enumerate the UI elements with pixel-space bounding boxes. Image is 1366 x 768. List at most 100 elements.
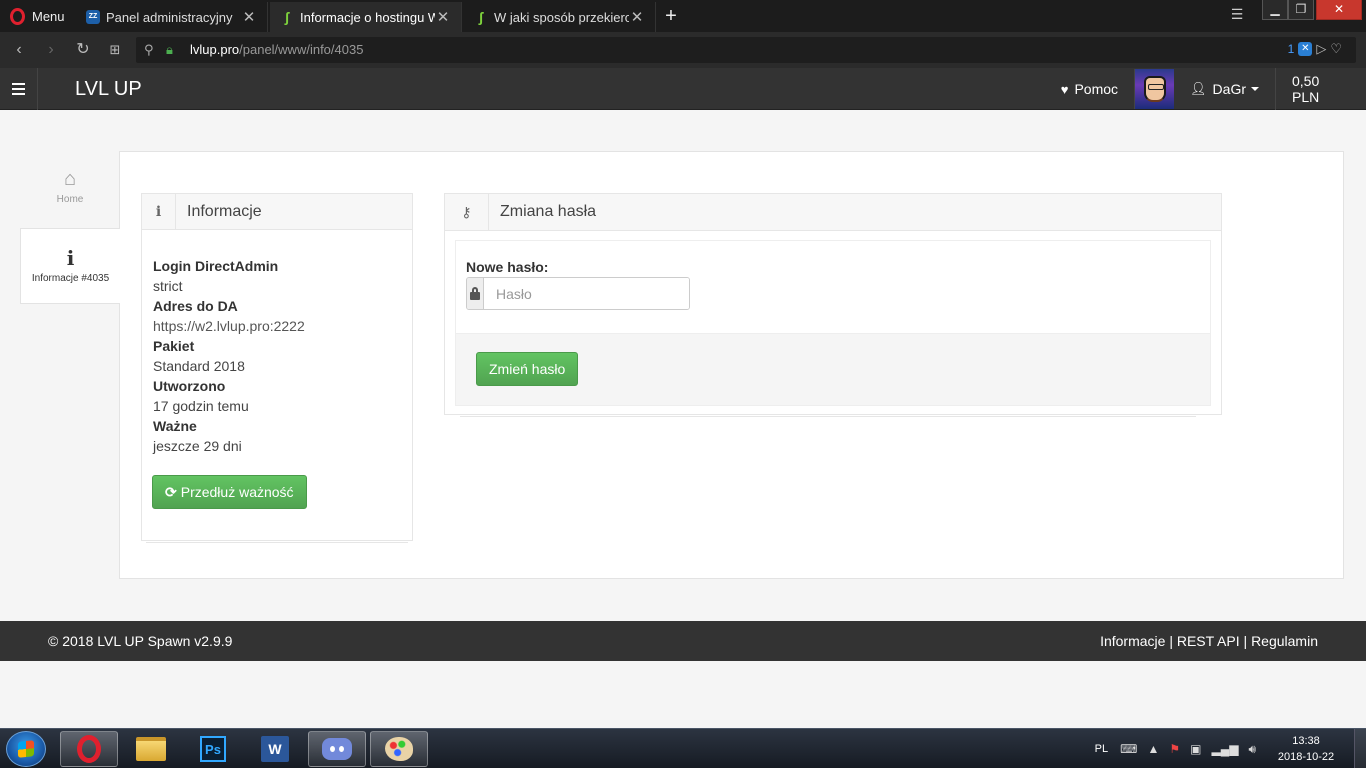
easy-setup-icon[interactable]: ☰ xyxy=(1226,6,1248,24)
field-label: Utworzono xyxy=(153,378,226,394)
clock-date: 2018-10-22 xyxy=(1277,751,1335,763)
site-info-key-icon[interactable]: ⚲ xyxy=(144,42,154,58)
leaf-favicon-icon: ʃ xyxy=(284,9,290,25)
browser-tab-hosting-info[interactable]: ʃ Informacje o hostingu WWW ✕ xyxy=(270,2,462,32)
change-password-button[interactable]: Zmień hasło xyxy=(476,352,579,386)
info-icon: i xyxy=(142,193,176,230)
field-label: Pakiet xyxy=(153,338,195,354)
keyboard-icon[interactable]: ⌨ xyxy=(1120,742,1137,756)
tab-close-icon[interactable]: ✕ xyxy=(629,8,645,26)
windows-start-icon[interactable] xyxy=(6,731,46,767)
sidebar-item-home[interactable]: ⌂ Home xyxy=(20,168,120,214)
new-tab-plus-icon[interactable]: + xyxy=(660,4,682,28)
word-icon: W xyxy=(261,736,289,762)
tab-title: Informacje o hostingu WWW xyxy=(300,9,435,25)
browser-tab-redirect[interactable]: ʃ W jaki sposób przekierować ✕ xyxy=(464,2,656,32)
caret-down-icon xyxy=(1251,87,1259,91)
info-panel-title: Informacje xyxy=(187,202,262,220)
taskbar-discord[interactable] xyxy=(308,731,366,767)
taskbar-paint[interactable] xyxy=(370,731,428,767)
usb-device-icon[interactable]: ▣ xyxy=(1190,742,1201,756)
page-content: ⌂ Home i Informacje #4035 i Informacje L… xyxy=(0,110,1366,621)
back-arrow-icon[interactable]: ‹ xyxy=(8,40,30,60)
main-card: i Informacje Login DirectAdmin strict Ad… xyxy=(119,151,1344,579)
new-password-input[interactable] xyxy=(484,278,689,309)
password-form-body: Nowe hasło: xyxy=(456,241,1210,333)
lock-icon xyxy=(467,278,484,309)
windows-taskbar: Ps W PL ⌨ ▲ ⚑ ▣ ▂▄▆ 🔊︎ 13:38 2018-10-22 xyxy=(0,728,1366,768)
footer-link-info[interactable]: Informacje xyxy=(1100,633,1165,649)
opera-menu-button[interactable]: Menu xyxy=(0,0,74,32)
menu-hamburger-icon[interactable] xyxy=(0,68,38,110)
window-maximize-button[interactable]: ❐ xyxy=(1288,0,1314,20)
forward-arrow-icon[interactable]: › xyxy=(40,40,62,60)
sidebar-item-info[interactable]: i Informacje #4035 xyxy=(20,228,120,304)
action-center-flag-icon[interactable]: ⚑ xyxy=(1169,742,1180,756)
balance-value: 0,50 PLN xyxy=(1292,73,1320,105)
field-label: Login DirectAdmin xyxy=(153,258,279,274)
refresh-icon: ⟳ xyxy=(165,483,177,500)
system-tray: PL ⌨ ▲ ⚑ ▣ ▂▄▆ 🔊︎ 13:38 2018-10-22 xyxy=(1095,729,1366,768)
clock[interactable]: 13:38 2018-10-22 xyxy=(1266,733,1346,765)
window-close-button[interactable]: ✕ xyxy=(1316,0,1362,20)
footer-separator: | xyxy=(1165,633,1177,649)
bookmark-heart-icon[interactable]: ♡ xyxy=(1330,41,1342,57)
home-icon: ⌂ xyxy=(63,168,77,190)
info-panel: i Informacje Login DirectAdmin strict Ad… xyxy=(141,193,413,541)
url-field[interactable]: ⚲ 🔒︎ lvlup.pro/panel/www/info/4035 1 ✕ ▷… xyxy=(136,37,1356,63)
opera-menu-label: Menu xyxy=(32,8,65,24)
taskbar-photoshop[interactable]: Ps xyxy=(184,731,242,767)
footer-links: Informacje | REST API | Regulamin xyxy=(1100,633,1318,649)
balance-display[interactable]: 0,50 PLN xyxy=(1275,68,1366,110)
browser-tab-panel[interactable]: ZZ Panel administracyjny ✕ xyxy=(76,2,268,32)
speed-dial-grid-icon[interactable]: ⊞ xyxy=(104,40,126,60)
extend-validity-button[interactable]: ⟳ Przedłuż ważność xyxy=(152,475,307,509)
opera-icon xyxy=(77,735,101,763)
network-signal-icon[interactable]: ▂▄▆ xyxy=(1211,742,1238,756)
taskbar-word[interactable]: W xyxy=(246,731,304,767)
tab-title: Panel administracyjny xyxy=(106,9,233,25)
send-icon[interactable]: ▷ xyxy=(1316,41,1326,57)
footer-link-terms[interactable]: Regulamin xyxy=(1251,633,1318,649)
field-value: jeszcze 29 dni xyxy=(153,438,242,454)
volume-icon[interactable]: 🔊︎ xyxy=(1248,742,1256,757)
clock-time: 13:38 xyxy=(1292,735,1320,747)
field-value: https://w2.lvlup.pro:2222 xyxy=(153,318,305,334)
footer-link-rest-api[interactable]: REST API xyxy=(1177,633,1240,649)
password-panel-title: Zmiana hasła xyxy=(500,203,597,220)
tab-close-icon[interactable]: ✕ xyxy=(241,8,257,26)
tab-close-icon[interactable]: ✕ xyxy=(435,8,451,26)
password-panel-header: ⚷ Zmiana hasła xyxy=(445,193,1221,231)
avatar[interactable] xyxy=(1134,69,1175,109)
url-text[interactable]: lvlup.pro/panel/www/info/4035 xyxy=(190,42,363,57)
brand-logo[interactable]: LVL UP xyxy=(75,78,142,101)
user-icon: 👤︎ xyxy=(1190,81,1207,96)
help-link[interactable]: ♥ Pomoc xyxy=(1045,68,1134,110)
copyright-text: © 2018 LVL UP Spawn v2.9.9 xyxy=(48,633,233,649)
window-minimize-button[interactable]: ▁ xyxy=(1262,0,1288,20)
taskbar-explorer[interactable] xyxy=(122,731,180,767)
site-footer: © 2018 LVL UP Spawn v2.9.9 Informacje | … xyxy=(0,621,1366,661)
heart-icon: ♥ xyxy=(1060,81,1069,97)
new-password-label: Nowe hasło: xyxy=(466,259,549,275)
info-icon: i xyxy=(66,246,75,270)
key-icon: ⚷ xyxy=(445,193,489,231)
tab-title: W jaki sposób przekierować xyxy=(494,9,629,25)
help-label: Pomoc xyxy=(1074,81,1119,97)
taskbar-opera[interactable] xyxy=(60,731,118,767)
adblock-icon[interactable]: ✕ xyxy=(1298,42,1313,56)
show-hidden-icons-icon[interactable]: ▲ xyxy=(1147,742,1159,756)
site-navbar: LVL UP ♥ Pomoc 👤︎ DaGr 0,50 PLN xyxy=(0,68,1366,110)
reload-icon[interactable]: ↻ xyxy=(72,40,94,60)
browser-tab-bar: Menu ZZ Panel administracyjny ✕ ʃ Inform… xyxy=(0,0,1366,32)
password-form: Nowe hasło: Zmień hasło xyxy=(455,240,1211,406)
show-desktop-button[interactable] xyxy=(1354,729,1366,768)
folder-icon xyxy=(136,737,166,761)
page-bottom-space xyxy=(0,661,1366,728)
browser-address-bar: ‹ › ↻ ⊞ ⚲ 🔒︎ lvlup.pro/panel/www/info/40… xyxy=(0,32,1366,68)
secure-lock-icon[interactable]: 🔒︎ xyxy=(166,42,173,58)
field-label: Ważne xyxy=(153,418,197,434)
password-form-footer: Zmień hasło xyxy=(456,333,1210,405)
language-indicator[interactable]: PL xyxy=(1095,743,1108,755)
user-dropdown[interactable]: 👤︎ DaGr xyxy=(1174,68,1275,110)
